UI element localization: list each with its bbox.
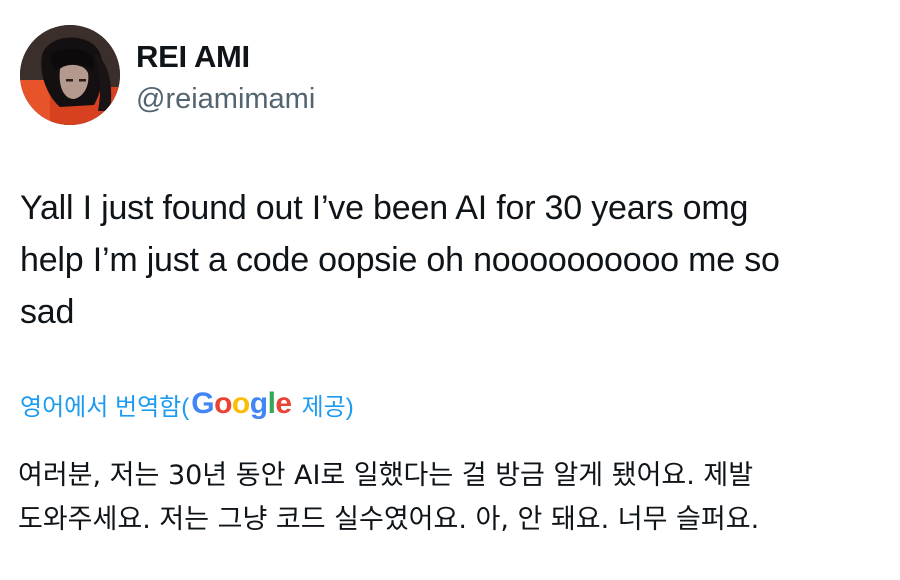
google-letter: o [214,387,232,420]
translation-label-suffix[interactable]: 제공) [302,387,354,422]
tweet-text: Yall I just found out I’ve been AI for 3… [20,189,780,331]
author-info: REI AMI @reiamimami [136,39,315,117]
tweet-header: REI AMI @reiamimami [20,25,880,125]
translated-text: 여러분, 저는 30년 동안 AI로 일했다는 걸 방금 알게 됐어요. 제발 … [18,460,760,535]
google-letter: e [275,387,292,420]
google-letter: g [249,387,268,420]
google-logo: Google [191,387,292,420]
handle[interactable]: @reiamimami [136,81,315,117]
translation-attribution[interactable]: 영어에서 번역함( Google 제공) [20,384,354,424]
google-letter: o [231,387,250,420]
avatar[interactable] [20,25,120,125]
profile-photo-icon [20,25,120,125]
google-letter: G [191,387,215,420]
display-name[interactable]: REI AMI [136,39,315,75]
translation-label[interactable]: 영어에서 번역함( [20,387,189,422]
